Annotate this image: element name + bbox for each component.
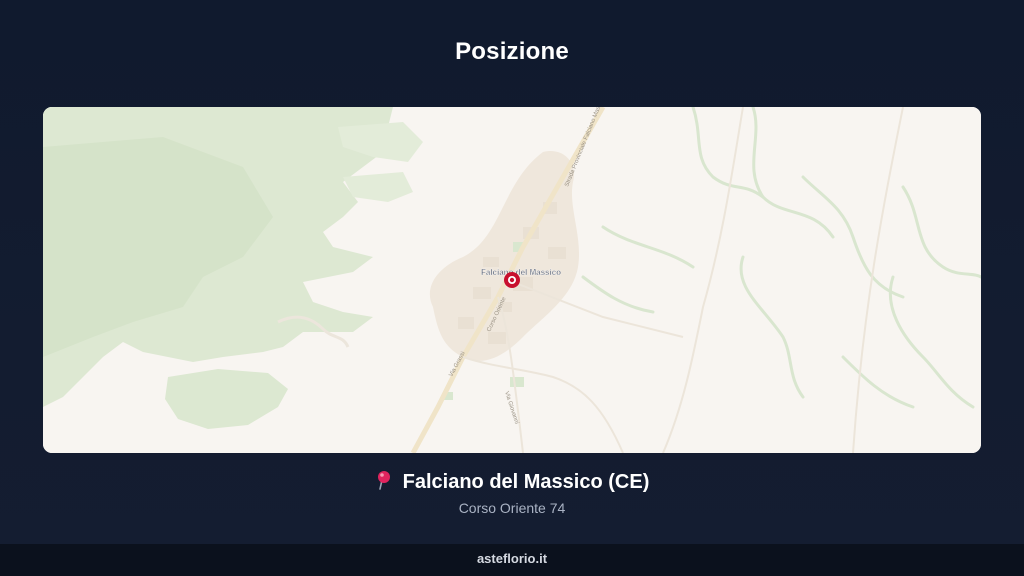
place-name: Falciano del Massico (CE) bbox=[402, 471, 650, 493]
footer-site-link[interactable]: asteflorio.it bbox=[477, 551, 547, 566]
round-pushpin-icon bbox=[375, 470, 391, 496]
location-map[interactable]: Strada Provinciale Falciano Massico Cors… bbox=[43, 107, 981, 453]
map-canvas[interactable]: Strada Provinciale Falciano Massico Cors… bbox=[43, 107, 981, 453]
location-heading: Falciano del Massico (CE) bbox=[0, 470, 1024, 496]
page-title: Posizione bbox=[455, 38, 569, 65]
map-location-marker[interactable] bbox=[504, 272, 520, 288]
street-address: Corso Oriente 74 bbox=[458, 500, 566, 516]
footer: asteflorio.it bbox=[0, 544, 1024, 576]
map-town-label: Falciano del Massico bbox=[481, 268, 561, 277]
